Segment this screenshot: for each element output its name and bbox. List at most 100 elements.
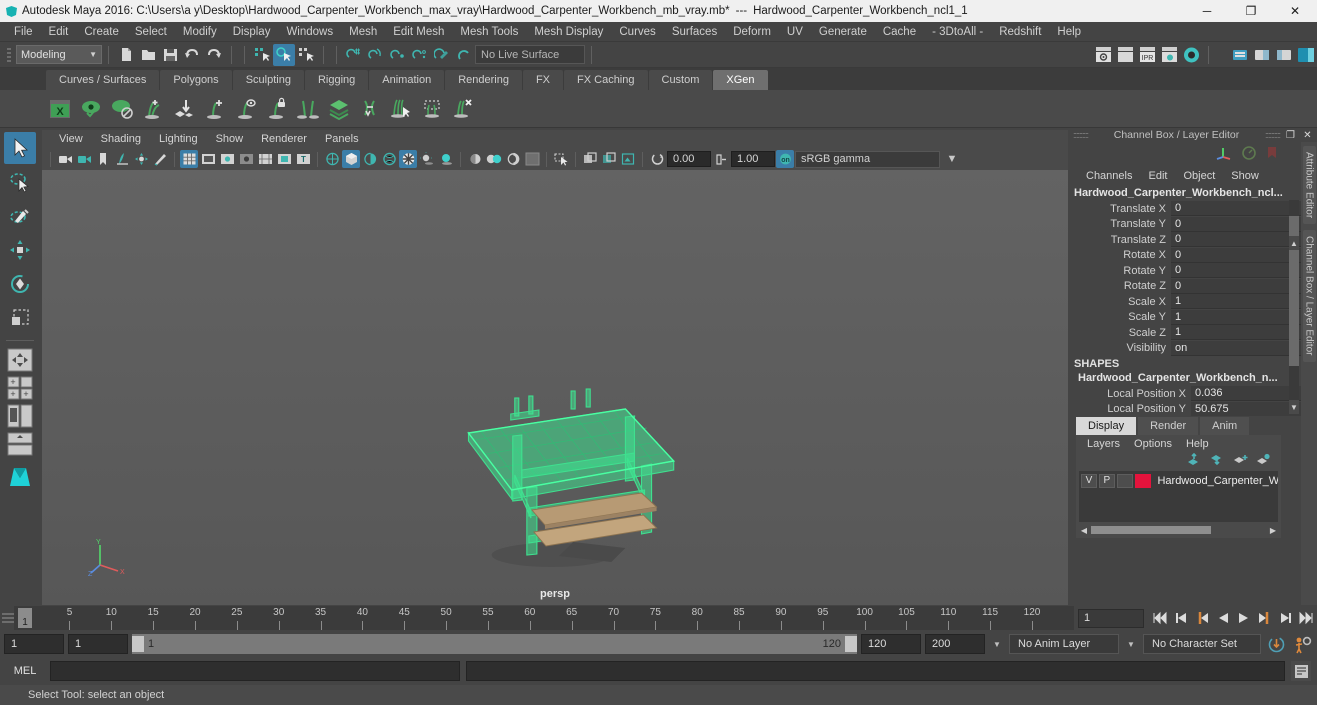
delete-groom-icon[interactable] [449, 94, 477, 124]
play-forwards-icon[interactable] [1234, 608, 1254, 628]
show-hide-modeling-toolkit-icon[interactable] [1229, 44, 1251, 66]
xgen-window-icon[interactable]: X [46, 94, 74, 124]
layout-four-view-button[interactable]: + + + [5, 375, 35, 401]
playback-start-time-field[interactable]: 1 [68, 634, 128, 654]
rotate-tool-button[interactable] [4, 268, 36, 300]
scale-tool-button[interactable] [4, 302, 36, 334]
move-layer-down-icon[interactable] [1210, 453, 1225, 469]
layer-name[interactable]: Hardwood_Carpenter_W [1153, 475, 1278, 487]
character-set-dropdown[interactable]: No Character Set [1143, 634, 1261, 654]
shaded-wireframe-icon[interactable] [361, 150, 379, 168]
maximize-button[interactable]: ❐ [1229, 0, 1273, 22]
xray-mode-icon[interactable] [581, 150, 599, 168]
select-by-component-type-icon[interactable] [295, 44, 317, 66]
layers-menu[interactable]: Layers [1080, 438, 1127, 450]
object-menu[interactable]: Object [1175, 170, 1223, 182]
channel-value[interactable]: 1 [1171, 325, 1301, 341]
animation-preferences-icon[interactable] [1291, 633, 1313, 655]
channel-row-local-position-x[interactable]: Local Position X 0.036 [1070, 386, 1301, 402]
channel-value[interactable]: 1 [1171, 309, 1301, 325]
exposure-preview-swatch[interactable] [523, 150, 541, 168]
menu-edit-mesh[interactable]: Edit Mesh [385, 22, 452, 42]
disable-preview-icon[interactable] [108, 94, 136, 124]
xray-joints-icon[interactable] [600, 150, 618, 168]
shelf-tab-rigging[interactable]: Rigging [304, 70, 369, 90]
close-panel-icon[interactable]: ✕ [1301, 129, 1314, 142]
viewport-menu-lighting[interactable]: Lighting [150, 133, 207, 145]
command-input-field[interactable] [50, 661, 460, 681]
step-back-keyframe-icon[interactable] [1171, 608, 1191, 628]
tab-render-layers[interactable]: Render [1138, 417, 1199, 435]
viewport-menu-renderer[interactable]: Renderer [252, 133, 316, 145]
channel-row-translate-x[interactable]: Translate X 0 [1070, 201, 1301, 217]
shelf-tab-custom[interactable]: Custom [648, 70, 713, 90]
menu-curves[interactable]: Curves [611, 22, 663, 42]
viewport-menu-show[interactable]: Show [207, 133, 253, 145]
redo-arrow-icon[interactable] [203, 44, 225, 66]
multi-sample-aa-icon[interactable] [485, 150, 503, 168]
menu-mesh-tools[interactable]: Mesh Tools [452, 22, 526, 42]
channel-row-translate-z[interactable]: Translate Z 0 [1070, 232, 1301, 248]
color-management-toggle-icon[interactable]: on [776, 150, 794, 168]
menu-cache[interactable]: Cache [875, 22, 924, 42]
channel-row-rotate-y[interactable]: Rotate Y 0 [1070, 263, 1301, 279]
select-by-object-type-icon[interactable] [273, 43, 295, 66]
panel-drag-handle[interactable]: :::::::::: [1073, 130, 1089, 140]
snap-to-projected-center-icon[interactable] [409, 44, 431, 66]
lasso-select-tool-button[interactable] [4, 166, 36, 198]
safe-title-icon[interactable]: T [294, 150, 312, 168]
channel-box-scrollbar[interactable] [1289, 200, 1299, 414]
menu-generate[interactable]: Generate [811, 22, 875, 42]
layer-displaytype-toggle[interactable] [1116, 473, 1133, 488]
viewport-menu-view[interactable]: View [50, 133, 92, 145]
tab-anim-layers[interactable]: Anim [1200, 417, 1250, 435]
menu-deform[interactable]: Deform [725, 22, 779, 42]
render-current-frame-icon[interactable] [1092, 44, 1114, 66]
camera-attributes-icon[interactable] [75, 150, 93, 168]
go-to-end-icon[interactable] [1297, 608, 1317, 628]
depth-of-field-icon[interactable] [504, 150, 522, 168]
add-description-icon[interactable] [139, 94, 167, 124]
color-space-dropdown[interactable]: sRGB gamma [795, 150, 940, 168]
channel-value[interactable]: 50.675 [1191, 401, 1301, 416]
hypershade-icon[interactable] [1180, 44, 1202, 66]
current-frame-field[interactable]: 1 [1078, 608, 1144, 628]
image-plane-icon[interactable] [113, 150, 131, 168]
xray-active-components-icon[interactable] [619, 150, 637, 168]
chevron-down-icon[interactable]: ▼ [1123, 640, 1139, 649]
menu-surfaces[interactable]: Surfaces [664, 22, 725, 42]
layer-list-horizontal-scrollbar[interactable]: ◀ ▶ [1079, 524, 1278, 536]
channel-value[interactable]: 0 [1171, 232, 1301, 248]
panel-drag-handle-right[interactable]: :::::::::: [1265, 130, 1281, 140]
shelf-tab-fx[interactable]: FX [522, 70, 564, 90]
shelf-tab-animation[interactable]: Animation [369, 70, 445, 90]
range-handle-right[interactable] [845, 636, 857, 652]
range-handle-left[interactable] [132, 636, 144, 652]
menu-display[interactable]: Display [225, 22, 279, 42]
preview-refresh-icon[interactable] [77, 94, 105, 124]
show-menu[interactable]: Show [1223, 170, 1267, 182]
channel-value[interactable]: 0 [1171, 216, 1301, 232]
shelf-tab-fx-caching[interactable]: FX Caching [564, 70, 648, 90]
snap-to-grid-icon[interactable] [343, 44, 365, 66]
scrollbar-thumb[interactable] [1091, 526, 1211, 534]
scroll-down-arrow-icon[interactable]: ▼ [1289, 400, 1299, 414]
grid-toggle-icon[interactable] [180, 150, 198, 168]
channel-row-scale-x[interactable]: Scale X 1 [1070, 294, 1301, 310]
new-layer-from-selected-icon[interactable] [1256, 453, 1271, 469]
screen-space-ao-icon[interactable] [437, 150, 455, 168]
exposure-reset-icon[interactable] [648, 150, 666, 168]
grease-pencil-icon[interactable] [151, 150, 169, 168]
scroll-right-arrow-icon[interactable]: ▶ [1268, 526, 1278, 535]
shelf-tab-sculpting[interactable]: Sculpting [232, 70, 304, 90]
gate-mask-icon[interactable] [237, 150, 255, 168]
shelf-tab-xgen[interactable]: XGen [713, 70, 768, 90]
live-surface-field[interactable]: No Live Surface [475, 45, 585, 64]
motion-blur-icon[interactable] [466, 150, 484, 168]
groom-region-icon[interactable] [418, 94, 446, 124]
new-file-icon[interactable] [115, 44, 137, 66]
scroll-up-arrow-icon[interactable]: ▲ [1289, 236, 1299, 250]
film-gate-icon[interactable] [199, 150, 217, 168]
current-time-indicator[interactable]: 1 [18, 608, 32, 628]
show-hide-channel-box-icon[interactable] [1295, 44, 1317, 66]
